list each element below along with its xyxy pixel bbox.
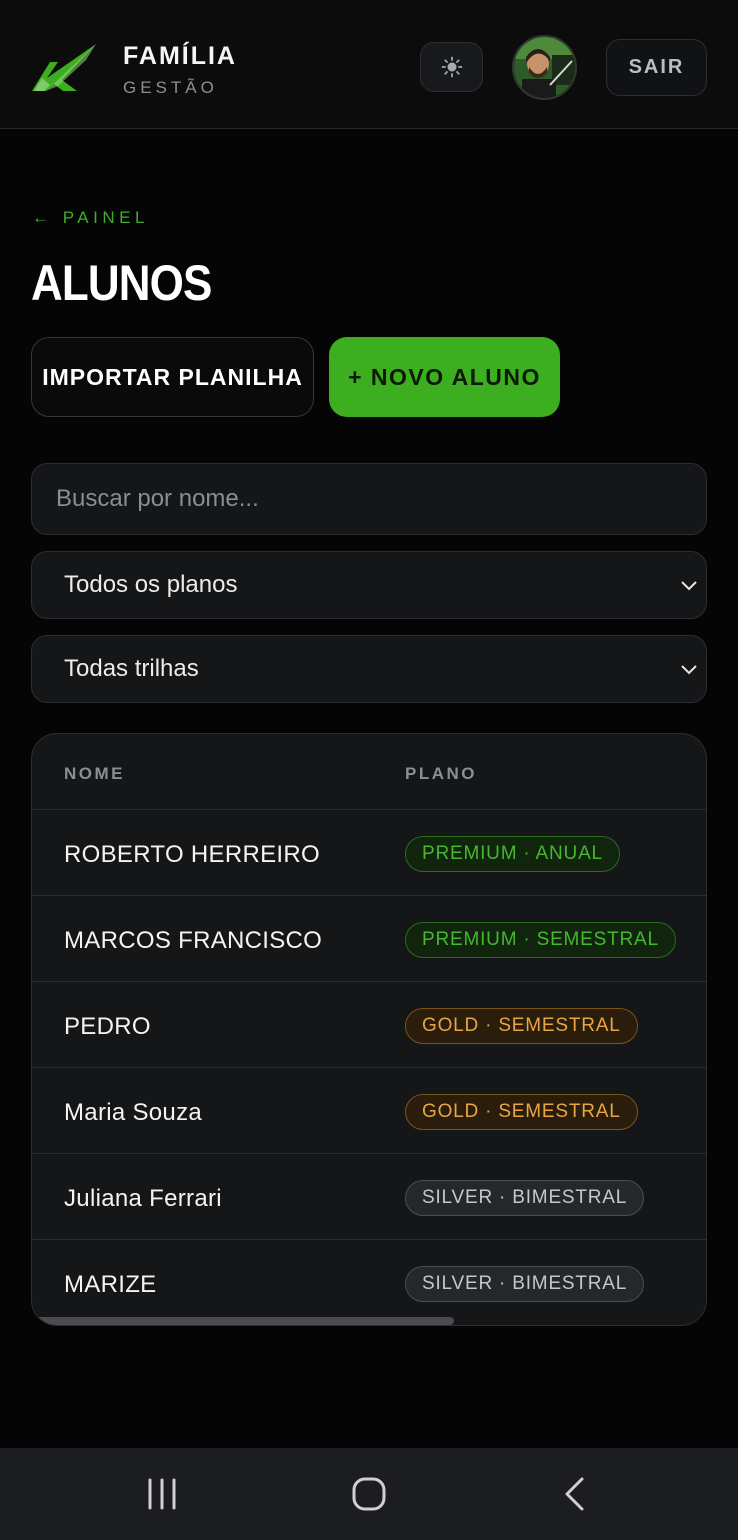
back-to-dashboard-link[interactable]: ← PAINEL [32,208,149,228]
plan-badge: GOLD · SEMESTRAL [405,1094,638,1130]
table-row[interactable]: PEDRO GOLD · SEMESTRAL [32,982,706,1068]
column-header-plan: PLANO [405,764,477,783]
search-input[interactable] [32,464,706,534]
recent-apps-icon[interactable] [142,1476,182,1512]
student-name: Juliana Ferrari [64,1185,222,1212]
table-row[interactable]: MARCOS FRANCISCO PREMIUM · SEMESTRAL [32,896,706,982]
students-table: NOME PLANO ROBERTO HERREIRO PREMIUM · ANU… [31,733,707,1326]
student-name: Maria Souza [64,1099,203,1126]
table-row[interactable]: Juliana Ferrari SILVER · BIMESTRAL [32,1154,706,1240]
home-icon[interactable] [349,1476,389,1512]
student-name: ROBERTO HERREIRO [64,841,320,868]
import-spreadsheet-button[interactable]: IMPORTAR PLANILHA [31,337,314,417]
plan-filter-value: Todos os planos [64,571,238,598]
page-title: ALUNOS [31,255,212,311]
table-row[interactable]: MARIZE SILVER · BIMESTRAL [32,1240,706,1325]
student-name: PEDRO [64,1013,151,1040]
logo-icon [32,44,96,91]
logout-button[interactable]: SAIR [606,39,707,96]
brand-subtitle: GESTÃO [123,78,218,97]
plan-badge: PREMIUM · SEMESTRAL [405,922,676,958]
table-row[interactable]: ROBERTO HERREIRO PREMIUM · ANUAL [32,810,706,896]
plan-badge: SILVER · BIMESTRAL [405,1180,645,1216]
student-name: MARCOS FRANCISCO [64,927,323,954]
sun-icon [441,56,462,78]
student-name: MARIZE [64,1271,157,1298]
plan-badge: GOLD · SEMESTRAL [405,1008,638,1044]
search-field [31,463,707,535]
horizontal-scrollbar[interactable] [32,1317,454,1325]
system-nav-bar [0,1448,738,1540]
theme-toggle-button[interactable] [420,42,483,92]
new-student-button[interactable]: + NOVO ALUNO [329,337,560,417]
track-filter-select[interactable]: Todas trilhas [31,635,707,703]
brand-title: FAMÍLIA [123,42,237,70]
column-header-name: NOME [64,764,125,783]
table-row[interactable]: Maria Souza GOLD · SEMESTRAL [32,1068,706,1154]
chevron-down-icon [681,581,697,591]
plan-badge: PREMIUM · ANUAL [405,836,620,872]
chevron-down-icon [681,665,697,675]
app-header: FAMÍLIA GESTÃO SAIR [0,0,738,129]
avatar[interactable] [512,35,577,100]
plan-badge: SILVER · BIMESTRAL [405,1266,645,1302]
table-header: NOME PLANO [32,734,706,810]
back-icon[interactable] [556,1476,596,1512]
track-filter-value: Todas trilhas [64,655,199,682]
plan-filter-select[interactable]: Todos os planos [31,551,707,619]
